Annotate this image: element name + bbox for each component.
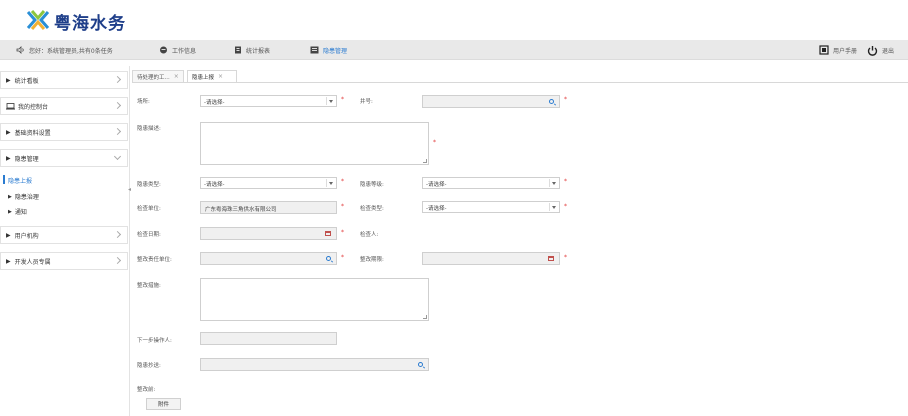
search-icon[interactable] [418,362,423,367]
required-mark: * [564,254,567,261]
required-mark: * [341,96,344,103]
caret-right-icon: ▶ [8,208,12,215]
caret-down-icon [329,182,333,185]
resp-unit-label: 整改责任单位: [137,257,172,263]
cc-label: 隐患抄送: [137,363,161,369]
next-operator-input[interactable] [200,332,337,345]
deadline-input[interactable] [422,252,560,265]
required-mark: * [564,178,567,185]
chevron-right-icon [113,75,122,84]
required-mark: * [564,203,567,210]
date-input[interactable] [200,227,337,240]
search-icon[interactable] [549,99,554,104]
type-select[interactable]: -请选择- [200,177,337,189]
report-icon [235,46,241,54]
required-mark: * [564,96,567,103]
inspector-label: 检查人: [360,232,379,238]
tab-divider [132,82,908,83]
speaker-icon [16,46,24,54]
grid-icon [310,46,319,54]
unit-label: 检查单位: [137,206,161,212]
caret-down-icon [329,100,333,103]
well-label: 井号: [360,99,373,105]
resp-unit-input[interactable] [200,252,337,265]
caret-right-icon: ▶ [6,76,11,84]
power-icon [867,45,878,56]
unit-input[interactable]: 广东粤海珠三角供水有限公司 [200,201,337,214]
caret-right-icon: ▶ [8,193,12,200]
required-mark: * [341,254,344,261]
measures-textarea[interactable] [200,278,429,321]
book-icon [819,45,829,55]
sidebar: ▶ 统计看板 我的控制台 ▶ 基础资料设置 ▶ 隐患管理 隐患上报 ▶ 隐患治理… [0,66,130,416]
stats-link[interactable]: 统计报表 [234,40,270,60]
search-icon[interactable] [326,256,331,261]
sidebar-sub-item-hazard-report[interactable]: 隐患上报 [8,176,32,185]
desc-label: 隐患描述: [137,126,161,132]
chevron-down-icon [113,152,122,161]
sidebar-item-console[interactable]: 我的控制台 [0,97,128,115]
brand-title: 粤海水务 [54,14,126,34]
chevron-right-icon [113,256,122,265]
chevron-right-icon [113,230,122,239]
laptop-icon [6,102,15,109]
date-label: 检查日期: [137,232,161,238]
sidebar-item-hazard-mgmt[interactable]: ▶ 隐患管理 [0,149,128,167]
sidebar-collapse-handle[interactable]: ◂ [128,186,131,193]
resize-handle-icon[interactable] [423,315,427,319]
desc-textarea[interactable] [200,122,429,165]
caret-down-icon [552,182,556,185]
attach-button[interactable]: 附件 [146,398,181,410]
required-mark: * [341,203,344,210]
deadline-label: 整改期限: [360,257,384,263]
check-type-label: 检查类型: [360,206,384,212]
level-select[interactable]: -请选择- [422,177,560,189]
measures-label: 整改措施: [137,283,161,289]
sidebar-item-stats-board[interactable]: ▶ 统计看板 [0,71,128,89]
greeting: 您好：系统管理员,共有0条任务 [16,40,113,60]
caret-down-icon [552,206,556,209]
logout-link[interactable]: 退出 [867,40,894,60]
sidebar-item-dev-only[interactable]: ▶ 开发人员专属 [0,252,128,270]
work-info-link[interactable]: 工作信息 [159,40,196,60]
chevron-right-icon [113,101,122,110]
well-input[interactable] [422,95,560,108]
next-operator-label: 下一步操作人: [137,338,172,344]
caret-right-icon: ▶ [6,154,11,162]
sidebar-sub-item-hazard-govern[interactable]: ▶ 隐患治理 [8,192,39,202]
chevron-right-icon [113,127,122,136]
level-label: 隐患等级: [360,182,384,188]
manual-link[interactable]: 用户手册 [819,40,857,60]
chat-icon [160,46,167,54]
site-select[interactable]: -请选择- [200,95,337,107]
required-mark: * [341,178,344,185]
type-label: 隐患类型: [137,182,161,188]
caret-right-icon: ▶ [6,128,11,136]
cc-input[interactable] [200,358,429,371]
header: 粤海水务 [0,0,908,40]
sidebar-item-user-org[interactable]: ▶ 用户机构 [0,226,128,244]
check-type-select[interactable]: -请选择- [422,201,560,213]
calendar-icon[interactable] [325,231,331,236]
required-mark: * [433,139,436,146]
close-icon[interactable]: × [218,73,223,80]
toolbar: 您好：系统管理员,共有0条任务 工作信息 统计报表 隐患管理 用户手册 退出 [0,40,908,60]
caret-right-icon: ▶ [6,231,11,239]
sidebar-sub-item-notice[interactable]: ▶ 通知 [8,207,27,217]
hazard-mgmt-link[interactable]: 隐患管理 [310,40,347,60]
resize-handle-icon[interactable] [423,159,427,163]
calendar-icon[interactable] [548,256,554,261]
before-label: 整改前: [137,387,156,393]
required-mark: * [341,229,344,236]
close-icon[interactable]: × [174,73,179,80]
caret-right-icon: ▶ [6,257,11,265]
active-marker [3,175,5,184]
logo-icon [26,10,50,30]
site-label: 场所: [137,99,150,105]
sidebar-item-basic-settings[interactable]: ▶ 基础资料设置 [0,123,128,141]
